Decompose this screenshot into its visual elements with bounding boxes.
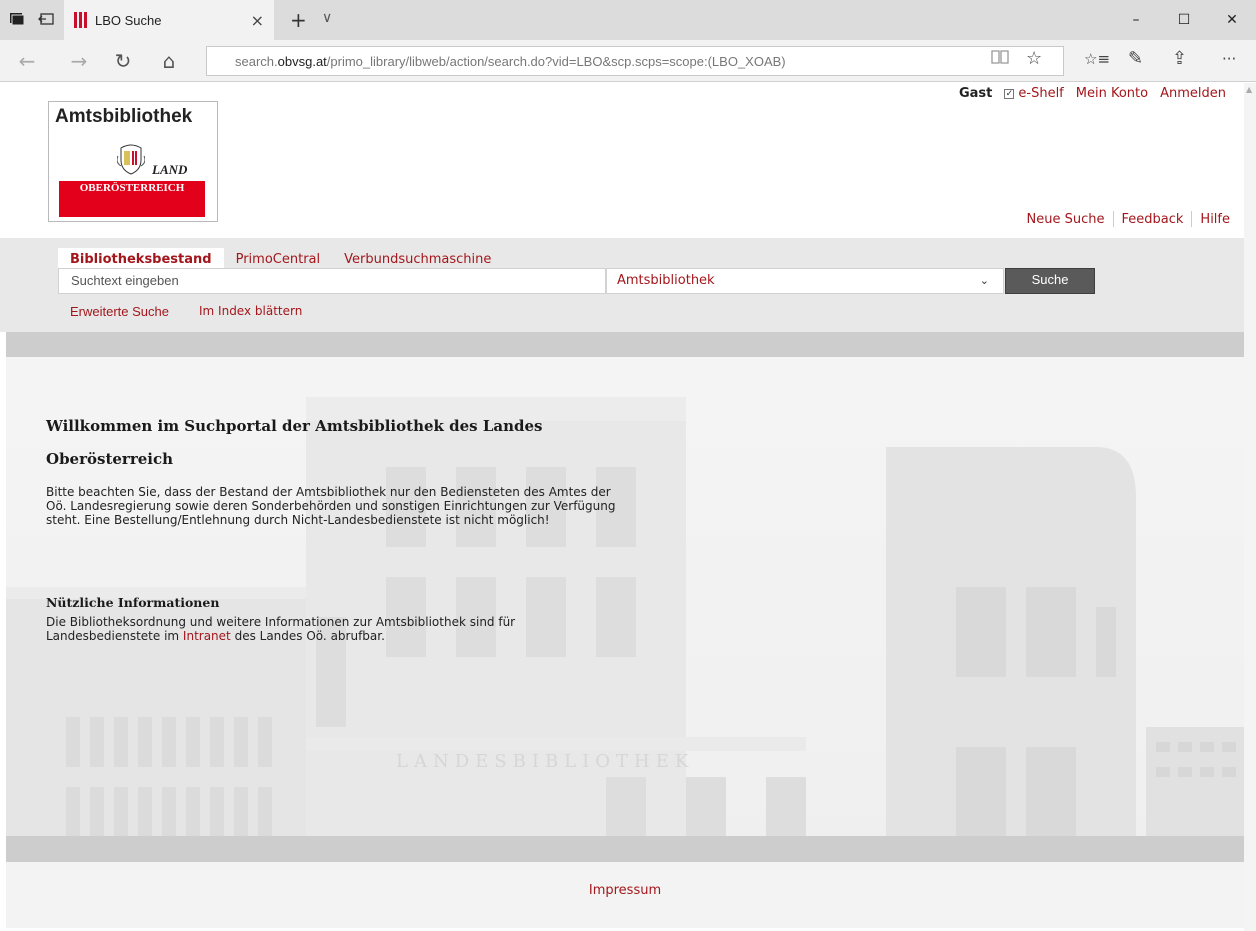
favorite-star-icon[interactable]: ☆ [1026, 48, 1042, 69]
guest-label: Gast [958, 86, 993, 101]
welcome-heading: Willkommen im Suchportal der Amtsbibliot… [46, 410, 666, 476]
eshelf-link[interactable]: ✓ e-Shelf [1004, 86, 1064, 101]
tab-primocentral[interactable]: PrimoCentral [224, 250, 333, 270]
tab-preview-icon[interactable] [8, 10, 26, 28]
tab-actions [8, 10, 56, 28]
tab-list-chevron-icon[interactable]: ∨ [322, 10, 332, 26]
login-link[interactable]: Anmelden [1160, 86, 1226, 101]
help-link[interactable]: Hilfe [1200, 212, 1230, 227]
address-bar[interactable]: search. obvsg.at/primo_library/libweb/act… [206, 46, 1064, 76]
minimize-icon[interactable]: – [1112, 0, 1160, 40]
welcome-line-1: Willkommen im Suchportal der Amtsbibliot… [46, 417, 543, 435]
tab-title: LBO Suche [95, 12, 162, 28]
user-navigation: Gast ✓ e-Shelf Mein Konto Anmelden [959, 86, 1226, 101]
scroll-up-icon[interactable]: ▲ [1246, 85, 1252, 94]
reading-view-icon[interactable] [990, 48, 1010, 71]
set-tabs-aside-icon[interactable] [38, 10, 56, 28]
feedback-link[interactable]: Feedback [1122, 212, 1184, 227]
intranet-link[interactable]: Intranet [183, 629, 231, 643]
my-account-link[interactable]: Mein Konto [1076, 86, 1148, 101]
tab-verbundsuchmaschine[interactable]: Verbundsuchmaschine [332, 250, 503, 270]
top-links: Neue Suche Feedback Hilfe [1027, 211, 1230, 227]
divider-band-top [6, 332, 1244, 358]
advanced-search-link[interactable]: Erweiterte Suche [70, 304, 169, 319]
back-icon[interactable]: ← [14, 48, 40, 74]
url-domain: obvsg.at [277, 53, 327, 69]
home-icon[interactable]: ⌂ [156, 48, 182, 74]
intro-paragraph: Bitte beachten Sie, dass der Bestand der… [46, 485, 616, 527]
page-scrollbar[interactable]: ▲ [1244, 83, 1256, 931]
impressum-link[interactable]: Impressum [6, 883, 1244, 898]
logo-land: LAND [152, 162, 188, 177]
tab-close-icon[interactable]: × [251, 11, 264, 30]
window-controls: – ☐ ✕ [1112, 0, 1256, 40]
logo-title: Amtsbibliothek [55, 106, 193, 127]
browser-tab-active[interactable]: LBO Suche × [64, 0, 274, 40]
search-button[interactable]: Suche [1005, 268, 1095, 294]
lbo-favicon-icon [74, 12, 87, 28]
divider [1112, 211, 1114, 227]
eshelf-label: e-Shelf [1018, 86, 1064, 101]
search-links: Erweiterte Suche Im Index blättern [70, 304, 302, 319]
web-page: ▲ Amtsbibliothek LAND OBERÖSTERREICH Gas… [0, 83, 1256, 931]
logo-red-band: OBERÖSTERREICH [59, 181, 205, 217]
coat-of-arms-icon [117, 144, 145, 175]
scope-select[interactable]: Amtsbibliothek ⌄ [606, 268, 1004, 294]
browse-index-link[interactable]: Im Index blättern [199, 304, 302, 319]
search-area: Bibliotheksbestand PrimoCentral Verbunds… [0, 238, 1244, 332]
maximize-icon[interactable]: ☐ [1160, 0, 1208, 40]
welcome-line-2: Oberösterreich [46, 450, 174, 468]
new-tab-icon[interactable]: + [290, 8, 307, 32]
amtsbibliothek-logo[interactable]: Amtsbibliothek LAND OBERÖSTERREICH [48, 101, 218, 222]
search-tabs: Bibliotheksbestand PrimoCentral Verbunds… [58, 248, 503, 270]
info-heading: Nützliche Informationen [46, 595, 220, 610]
refresh-icon[interactable]: ↻ [110, 48, 136, 74]
share-icon[interactable]: ⇪ [1172, 48, 1187, 69]
scope-value: Amtsbibliothek [617, 273, 715, 288]
forward-icon[interactable]: → [66, 48, 92, 74]
info-paragraph: Die Bibliotheksordnung und weitere Infor… [46, 615, 616, 643]
new-search-link[interactable]: Neue Suche [1027, 212, 1105, 227]
divider-band-bottom [6, 836, 1244, 862]
web-notes-icon[interactable]: ✎ [1128, 48, 1143, 69]
close-window-icon[interactable]: ✕ [1208, 0, 1256, 40]
info-text-after: des Landes Oö. abrufbar. [230, 629, 385, 643]
eshelf-checkbox-icon[interactable]: ✓ [1004, 88, 1015, 99]
divider [1191, 211, 1193, 227]
favorites-hub-icon[interactable]: ☆≡ [1084, 50, 1110, 68]
more-icon[interactable]: ··· [1222, 50, 1236, 68]
search-input[interactable]: Suchtext eingeben [58, 268, 606, 294]
browser-tab-bar: LBO Suche × + ∨ – ☐ ✕ [0, 0, 1256, 40]
logo-region: OBERÖSTERREICH [79, 182, 185, 194]
browser-nav-bar: ← → ↻ ⌂ search. obvsg.at/primo_library/li… [0, 40, 1256, 82]
tab-bibliotheksbestand[interactable]: Bibliotheksbestand [58, 248, 224, 270]
url-prefix: search. [235, 53, 278, 69]
url-path: /primo_library/libweb/action/search.do?v… [326, 53, 786, 69]
footer: Impressum [6, 862, 1244, 928]
chevron-down-icon: ⌄ [979, 274, 989, 287]
